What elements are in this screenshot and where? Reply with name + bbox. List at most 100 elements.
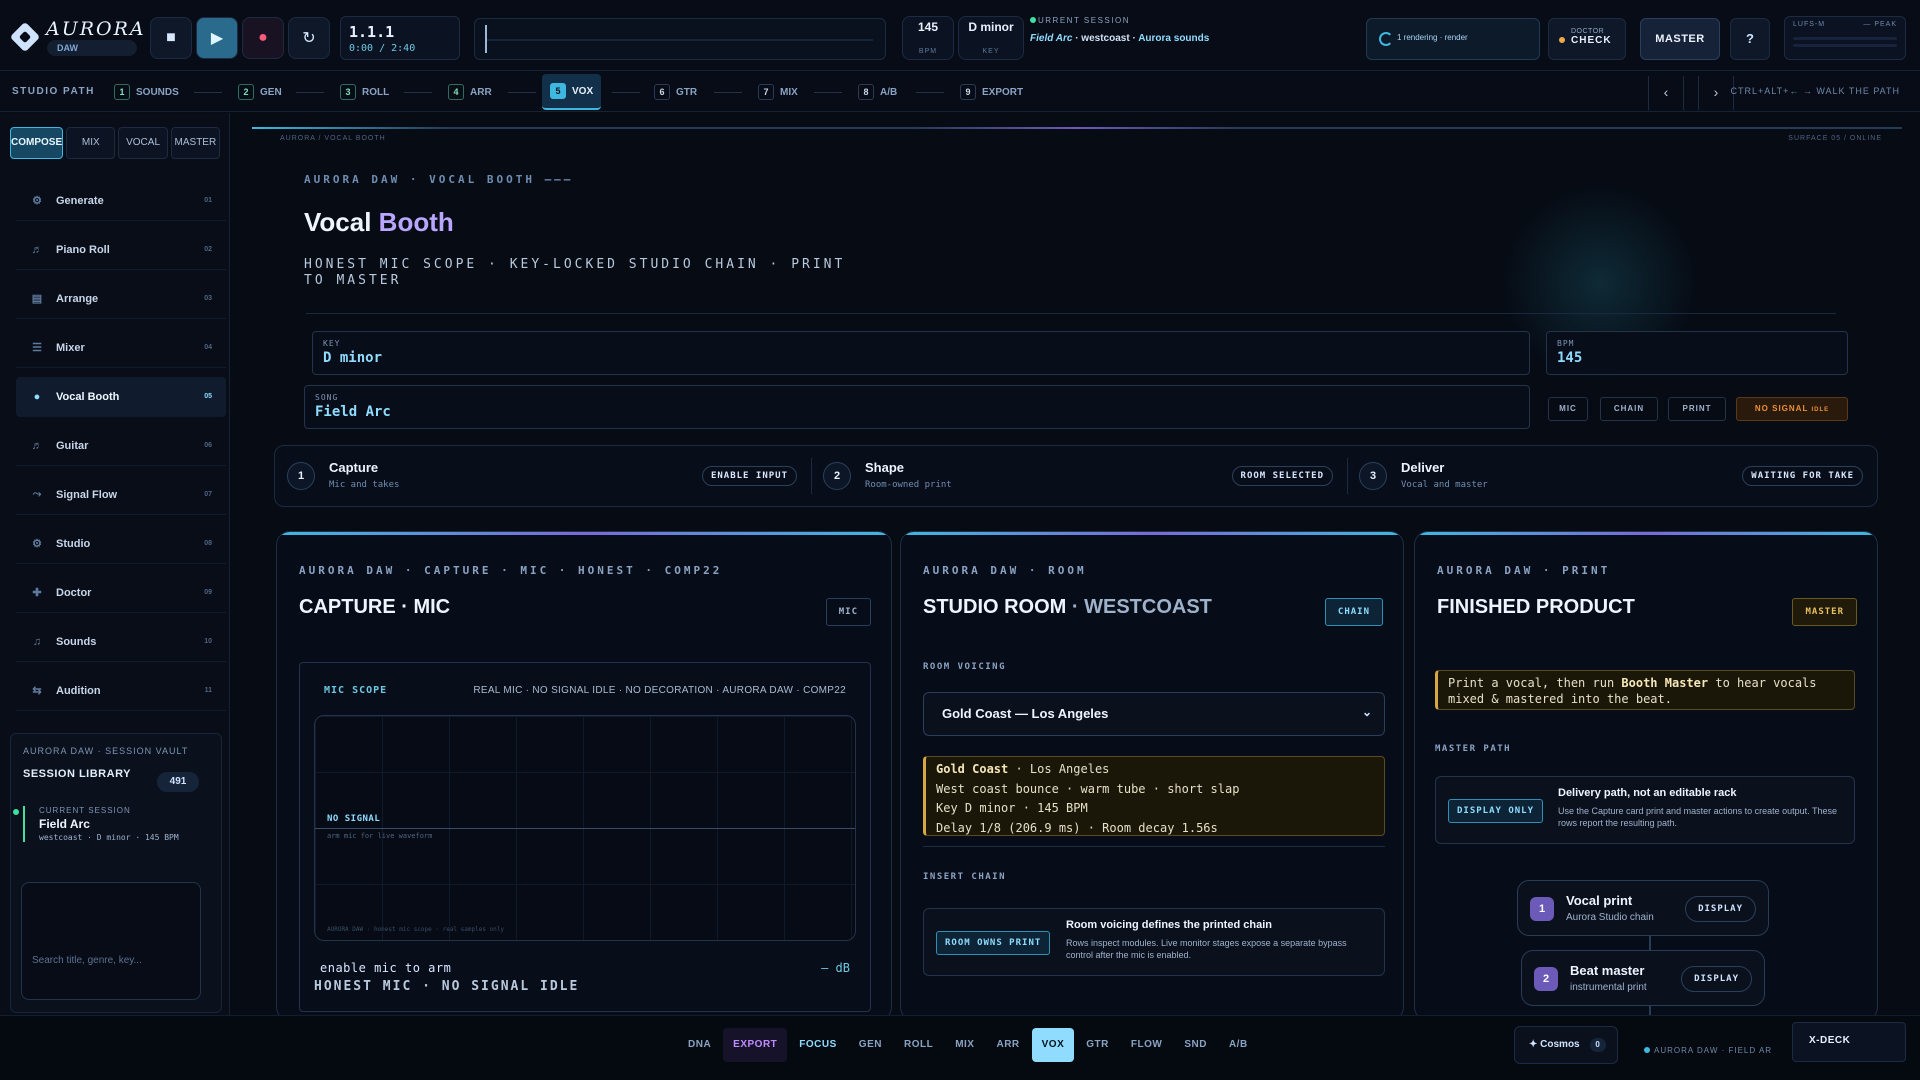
sidebar-item-vocal-booth[interactable]: ● Vocal Booth 05 (16, 377, 226, 417)
dock-item-gtr[interactable]: GTR (1076, 1028, 1119, 1062)
dock-item-snd[interactable]: SND (1174, 1028, 1217, 1062)
room-voicing-select[interactable]: Gold Coast — Los Angeles ⌄ (923, 692, 1385, 736)
step-number: 1 (287, 462, 315, 490)
enable-input-button[interactable]: ENABLE INPUT (701, 466, 797, 486)
step-label: MIX (780, 86, 798, 98)
sidebar-item-label: Signal Flow (56, 488, 118, 501)
step-label: ROLL (362, 86, 390, 98)
key-value: D minor (968, 20, 1014, 34)
x-deck-button[interactable]: X-DECK (1792, 1022, 1906, 1062)
loop-button[interactable]: ↻ (288, 17, 330, 59)
sidebar-item-generate[interactable]: ⚙ Generate 01 (16, 181, 226, 221)
session-search-input[interactable]: Search title, genre, key... (21, 882, 201, 1000)
dock-item-arr[interactable]: ARR (986, 1028, 1029, 1062)
session-status-dot (1030, 17, 1036, 23)
sidebar-item-label: Vocal Booth (56, 390, 120, 403)
master-button[interactable]: MASTER (1640, 18, 1720, 60)
output-number: 2 (1534, 967, 1558, 991)
playhead[interactable] (485, 25, 487, 53)
signal-flow-icon: ⤳ (32, 488, 42, 500)
path-step-ab[interactable]: 8 A/B (858, 82, 897, 102)
step-title: Deliver (1401, 460, 1445, 475)
bpm-meter[interactable]: 145 BPM (902, 16, 954, 60)
render-status[interactable]: 1 rendering · render (1366, 18, 1540, 60)
mic-scope: MIC SCOPE REAL MIC · NO SIGNAL IDLE · NO… (299, 662, 871, 1012)
path-step-gtr[interactable]: 6 GTR (654, 82, 697, 102)
dock-item-vox[interactable]: VOX (1031, 1028, 1075, 1062)
path-step-mix[interactable]: 7 MIX (758, 82, 798, 102)
dock-item-flow[interactable]: FLOW (1121, 1028, 1172, 1062)
sidebar-item-arrange[interactable]: ▤ Arrange 03 (16, 279, 226, 319)
generate-icon: ⚙ (32, 195, 42, 207)
dock-item-export[interactable]: EXPORT (723, 1028, 788, 1062)
scope-footer: AURORA DAW · honest mic scope · real sam… (327, 926, 505, 933)
waveform-plot: NO SIGNAL arm mic for live waveform AURO… (314, 715, 856, 941)
studio-icon: ⚙ (32, 538, 42, 550)
chevron-down-icon: ⌄ (1361, 705, 1372, 719)
display-button[interactable]: DISPLAY (1685, 896, 1756, 922)
cosmos-button[interactable]: ✦ Cosmos 0 (1514, 1026, 1618, 1064)
status-chip-print: PRINT (1668, 397, 1726, 421)
idle-label: IDLE (1811, 407, 1830, 413)
record-button[interactable]: ● (242, 17, 284, 59)
step-number: 4 (448, 84, 464, 100)
sidebar-item-audition[interactable]: ⇆ Audition 11 (16, 671, 226, 711)
room-name: Gold Coast (936, 762, 1009, 776)
sidebar-item-number: 01 (204, 197, 212, 204)
piano-roll-icon: ♬ (31, 243, 43, 256)
step-subtitle: Room-owned print (865, 480, 952, 490)
path-step-gen[interactable]: 2 GEN (238, 82, 282, 102)
mode-tab-vocal[interactable]: VOCAL (118, 127, 168, 159)
path-step-roll[interactable]: 3 ROLL (340, 82, 389, 102)
sidebar-item-number: 03 (204, 295, 212, 302)
dock-item-focus[interactable]: FOCUS (789, 1028, 847, 1062)
mode-tab-compose[interactable]: COMPOSE (10, 127, 64, 159)
sidebar-item-sounds[interactable]: ♫ Sounds 10 (16, 622, 226, 662)
mode-tab-mix[interactable]: MIX (66, 127, 116, 159)
studio-path: STUDIO PATH 1 SOUNDS 2 GEN 3 ROLL 4 ARR 5 VOX… (0, 72, 1920, 112)
doctor-check-button[interactable]: DOCTOR CHECK (1548, 18, 1626, 60)
lufs-label: LUFS-M (1793, 21, 1826, 28)
song-field[interactable]: SONG Field Arc (304, 385, 1530, 429)
sidebar-item-label: Guitar (56, 439, 89, 452)
dock-item-ab[interactable]: A/B (1219, 1028, 1258, 1062)
step-title: Shape (865, 460, 905, 475)
card-title: FINISHED PRODUCT (1437, 596, 1635, 618)
dock-item-dna[interactable]: DNA (678, 1028, 721, 1062)
path-step-vox[interactable]: 5 VOX (542, 74, 602, 110)
room-voicing-details: Gold Coast · Los Angeles West coast boun… (923, 756, 1385, 836)
sidebar-item-piano-roll[interactable]: ♬ Piano Roll 02 (16, 230, 226, 270)
help-button[interactable]: ? (1730, 18, 1770, 60)
render-spinner-icon (1379, 32, 1393, 46)
path-step-export[interactable]: 9 EXPORT (960, 82, 1023, 102)
step-number: 3 (1359, 462, 1387, 490)
path-step-arr[interactable]: 4 ARR (448, 82, 492, 102)
note-text: Print a vocal, then run (1448, 676, 1615, 690)
dock-item-roll[interactable]: ROLL (894, 1028, 943, 1062)
path-next-button[interactable]: › (1698, 76, 1734, 110)
stop-button[interactable]: ■ (150, 17, 192, 59)
current-session-item[interactable]: CURRENT SESSION Field Arc westcoast · D … (13, 806, 209, 842)
sidebar-item-signal-flow[interactable]: ⤳ Signal Flow 07 (16, 475, 226, 515)
sidebar-item-label: Doctor (56, 586, 92, 599)
dock-item-mix[interactable]: MIX (945, 1028, 984, 1062)
sidebar-item-studio[interactable]: ⚙ Studio 08 (16, 524, 226, 564)
sidebar-item-doctor[interactable]: ✚ Doctor 09 (16, 573, 226, 613)
play-button[interactable]: ▶ (196, 17, 238, 59)
session-active-dot (13, 809, 19, 815)
no-signal-label: NO SIGNAL (1754, 404, 1809, 413)
key-field[interactable]: KEY D minor (312, 331, 1530, 375)
path-prev-button[interactable]: ‹ (1648, 76, 1684, 110)
key-meter[interactable]: D minor KEY (958, 16, 1024, 60)
sidebar-item-mixer[interactable]: ☰ Mixer 04 (16, 328, 226, 368)
display-button[interactable]: DISPLAY (1681, 966, 1752, 992)
session-source: Aurora sounds (1138, 33, 1210, 44)
footer-text: AURORA DAW · FIELD AR (1654, 1046, 1773, 1055)
mode-tab-master[interactable]: MASTER (170, 127, 221, 159)
bpm-field[interactable]: BPM 145 (1546, 331, 1848, 375)
sidebar-item-number: 10 (204, 638, 212, 645)
timeline-overview[interactable] (474, 18, 886, 60)
path-step-sounds[interactable]: 1 SOUNDS (114, 82, 179, 102)
dock-item-gen[interactable]: GEN (849, 1028, 892, 1062)
sidebar-item-guitar[interactable]: ♬ Guitar 06 (16, 426, 226, 466)
